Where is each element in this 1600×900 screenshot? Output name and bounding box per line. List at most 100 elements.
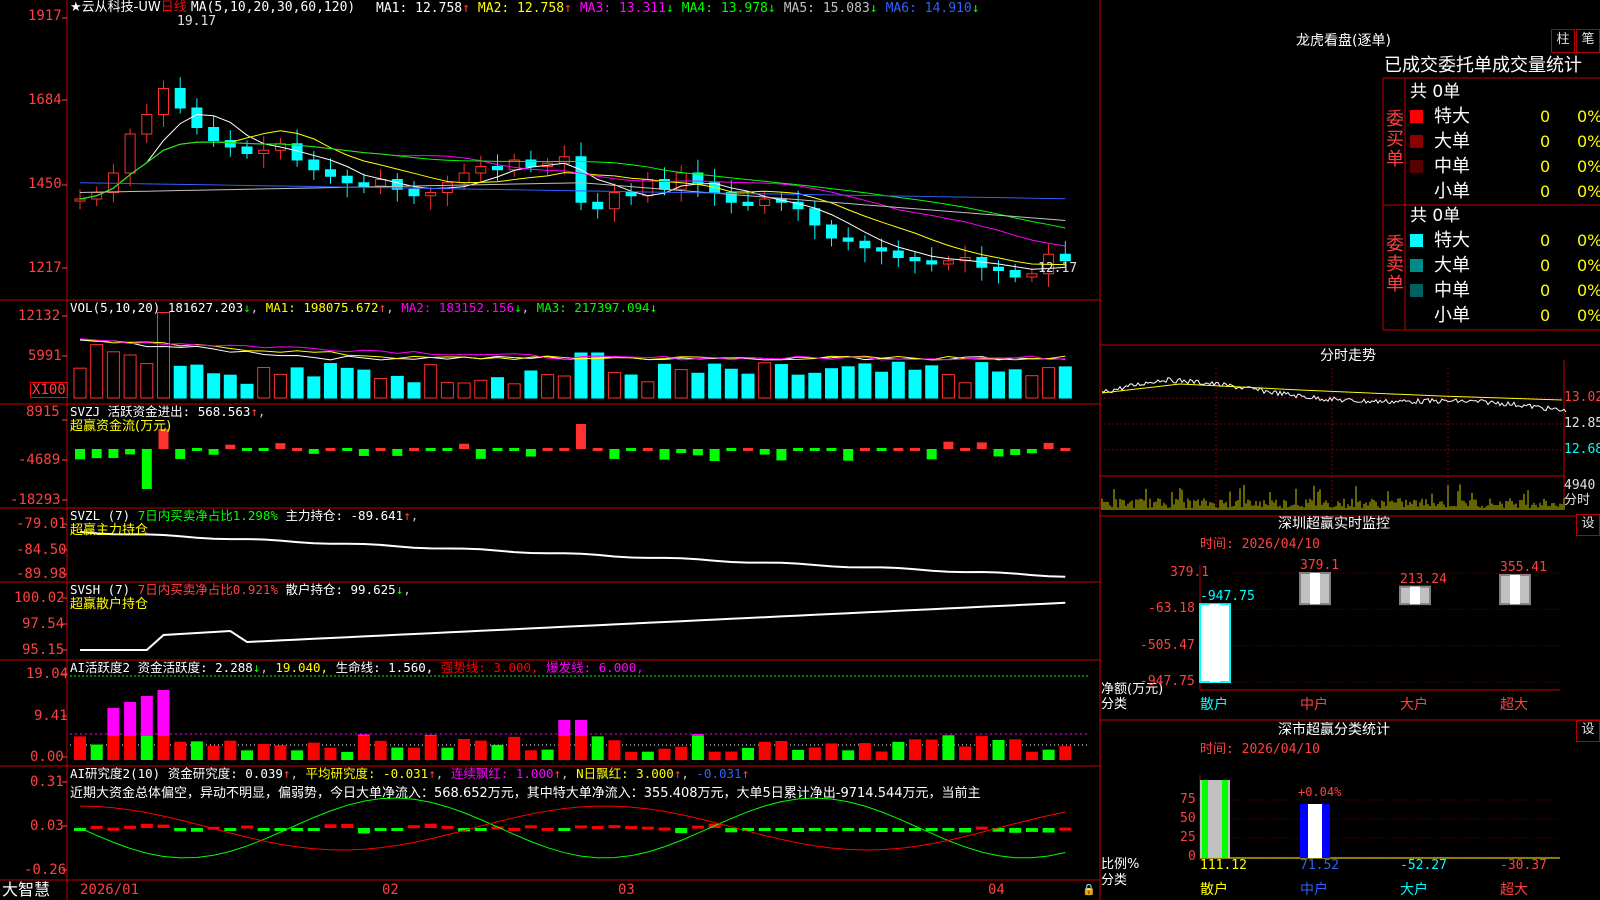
active-bar (708, 751, 721, 760)
sell-row-name: 中单 (1434, 280, 1470, 301)
svsh-ratio: 7日内买卖净占比0.921% (137, 582, 278, 597)
active-bar (691, 736, 704, 760)
flow-bar (509, 448, 520, 451)
ai-active-v1: 资金活跃度: 2.288 (137, 660, 253, 675)
candle-body (926, 260, 938, 265)
volume-bar (541, 374, 555, 399)
candle-body (408, 188, 420, 197)
candle-body (124, 133, 136, 174)
intraday-tick-1: 13.02 (1564, 390, 1600, 405)
sell-row-count: 0 (1540, 281, 1551, 300)
sell-swatch (1410, 234, 1423, 247)
active-bar (792, 749, 805, 760)
sell-row-pct: 0% (1577, 256, 1600, 275)
column-view-button[interactable]: 柱 (1551, 29, 1575, 53)
volume-bar (607, 372, 621, 399)
svzj-tick-1: 8915 (26, 404, 60, 420)
sz-monitor-title: 深圳超赢实时监控 (1278, 516, 1390, 532)
research-bar (975, 826, 988, 830)
main-chart-canvas[interactable] (0, 0, 1600, 900)
flow-bar (358, 449, 369, 456)
volume-bar (908, 369, 922, 399)
research-bar (808, 828, 821, 831)
ma-legend-item: MA6: 14.910↓ (885, 1, 980, 16)
volume-bar (324, 363, 337, 399)
lock-icon[interactable]: 🔒 (1082, 882, 1096, 898)
ma-line (79, 141, 1066, 247)
active-bar (441, 747, 454, 760)
candle-body (141, 114, 153, 135)
flow-bar (826, 448, 837, 451)
candle-body (909, 257, 921, 262)
flow-bar (626, 448, 637, 451)
vol-value: 181627.203 (167, 300, 244, 315)
flow-bar (442, 448, 453, 451)
ma-line (79, 130, 1066, 266)
svzl-title: SVZL (7) (70, 508, 131, 523)
vol-header: VOL(5,10,20) 181627.203↓, MA1: 198075.67… (70, 300, 658, 315)
research-bar (341, 824, 354, 828)
active-bar (474, 740, 487, 760)
sz-class-settings-button[interactable]: 设 (1576, 720, 1600, 742)
flow-bar (292, 448, 303, 451)
active-bar (307, 742, 320, 760)
lhb-tabs[interactable]: 已成交委托单成交量统计 (1384, 55, 1582, 77)
volume-bar (1058, 366, 1072, 399)
sell-row-count: 0 (1540, 306, 1551, 325)
sz-monitor-settings-button[interactable]: 设 (1576, 514, 1600, 536)
high-marker: 19.17 (177, 14, 217, 29)
active-bar (1042, 749, 1055, 760)
flow-bar (225, 444, 236, 449)
research-bar (541, 827, 554, 831)
price-tick-3: 1450 (28, 176, 62, 192)
candle-body (608, 192, 620, 210)
vol-ma2: MA2: 183152.156 (401, 300, 515, 315)
buy-swatch (1410, 110, 1423, 123)
volume-bar (741, 373, 755, 399)
sell-row-pct: 0% (1577, 231, 1600, 250)
flow-bar (1010, 449, 1021, 455)
candle-body (742, 201, 754, 206)
class-bar-retail-edge (1202, 780, 1208, 858)
volume-bar (290, 367, 304, 399)
volume-bar (557, 375, 571, 399)
research-bar (591, 825, 604, 829)
intraday-tick-2: 12.85 (1564, 416, 1600, 431)
candle-body (74, 198, 86, 202)
active-bar (357, 736, 370, 760)
detail-view-button[interactable]: 笔 (1576, 29, 1600, 53)
volume-bar (808, 372, 822, 399)
candle-body (308, 159, 320, 171)
vol-unit: X100 (30, 382, 68, 398)
flow-bar (859, 448, 870, 451)
volume-bar (574, 352, 588, 399)
flow-bar (910, 448, 920, 451)
flow-bar (659, 449, 670, 460)
active-bar (858, 743, 871, 760)
candle-body (174, 88, 186, 109)
active-bar (625, 751, 638, 760)
candle-body (492, 166, 503, 171)
volume-bar (791, 374, 805, 399)
x-label-apr: 04 (988, 882, 1005, 898)
buy-row-pct: 0% (1577, 132, 1600, 151)
volume-bar (90, 344, 104, 399)
monitor-value-label: 379.1 (1300, 558, 1340, 573)
candle-body (558, 156, 570, 164)
candle-body (592, 201, 604, 210)
ma-line (79, 182, 1066, 200)
svsh-header: SVSH (7) 7日内买卖净占比0.921% 散户持仓: 99.625↓, (70, 582, 411, 597)
volume-bar (658, 363, 671, 399)
intraday-price-line (1101, 376, 1567, 413)
active-bar (107, 736, 120, 760)
research-bar (224, 828, 237, 831)
flow-bar (208, 449, 219, 455)
candle-body (809, 208, 821, 226)
volume-bar (491, 377, 504, 399)
active-bar (491, 744, 504, 760)
sz-class-annotation: +0.04% (1298, 785, 1342, 799)
candle-body (826, 224, 837, 239)
active-bar-hot (157, 690, 170, 736)
buy-swatch (1410, 160, 1423, 173)
ai-active-tick-2: 9.41 (34, 708, 68, 724)
